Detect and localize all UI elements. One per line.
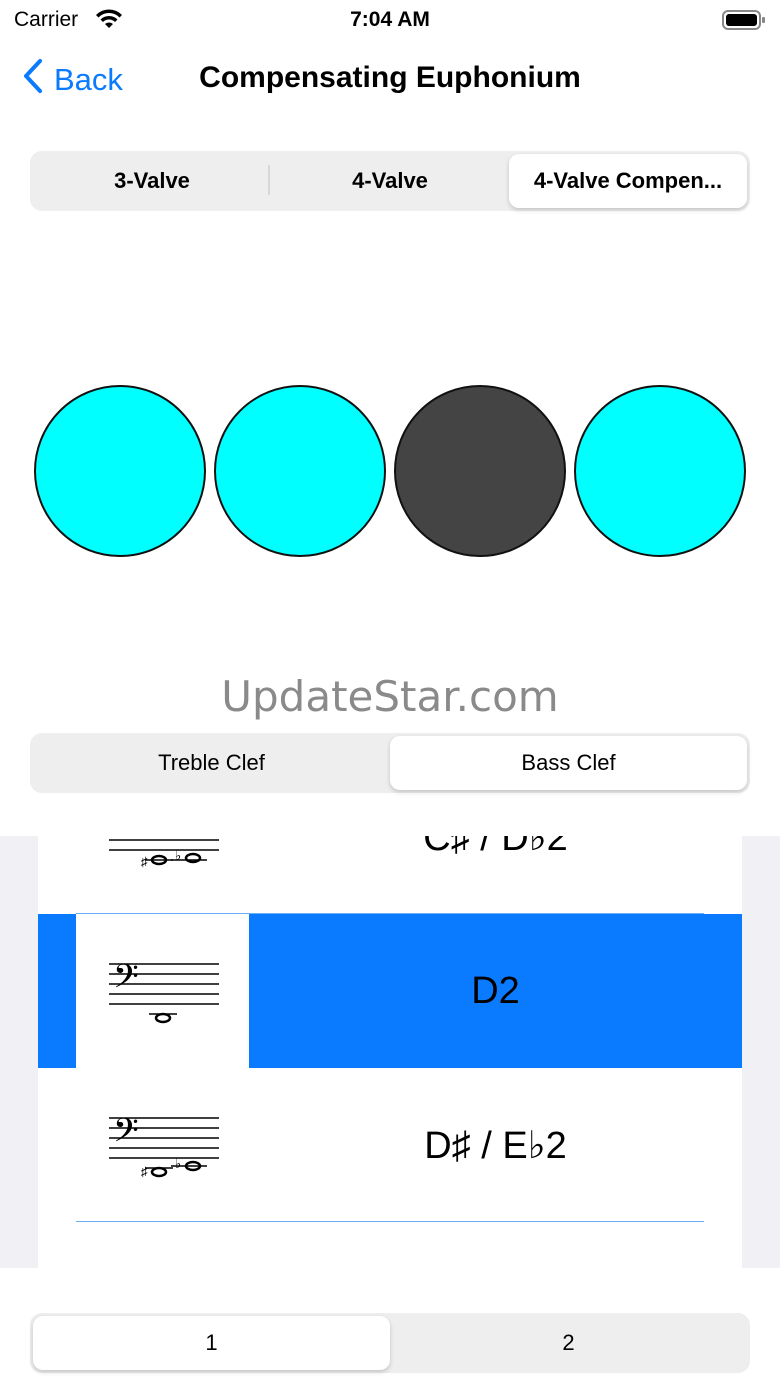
tab-4-valve[interactable]: 4-Valve [271, 154, 509, 208]
watermark: UpdateStar.com [221, 672, 559, 721]
page-selector: 1 2 [30, 1313, 750, 1373]
tab-treble-clef[interactable]: Treble Clef [33, 736, 390, 790]
valve-type-selector: 3-Valve 4-Valve 4-Valve Compen... [30, 151, 750, 211]
svg-text:𝄢: 𝄢 [113, 958, 139, 1004]
valve-3[interactable] [394, 385, 566, 557]
svg-text:♯: ♯ [141, 854, 148, 869]
valve-1[interactable] [34, 385, 206, 557]
status-bar: Carrier 7:04 AM [0, 0, 780, 40]
valve-4[interactable] [574, 385, 746, 557]
valve-indicators [0, 385, 780, 557]
svg-text:𝄢: 𝄢 [113, 836, 139, 850]
valve-2[interactable] [214, 385, 386, 557]
list-item-selected[interactable]: 𝄢 D2 [38, 914, 742, 1068]
note-picker[interactable]: 𝄢 ♯ ♭ C♯ / D♭2 𝄢 D2 [38, 836, 742, 1268]
tab-4-valve-compensating[interactable]: 4-Valve Compen... [509, 154, 747, 208]
note-label: D2 [471, 969, 520, 1012]
svg-text:♭: ♭ [175, 848, 181, 863]
bass-clef-note-icon: 𝄢 ♯ ♭ [76, 1068, 249, 1222]
tab-3-valve[interactable]: 3-Valve [33, 154, 271, 208]
svg-text:𝄢: 𝄢 [113, 1112, 139, 1158]
tab-page-2[interactable]: 2 [390, 1316, 747, 1370]
svg-text:♭: ♭ [175, 1156, 181, 1171]
divider [76, 1221, 704, 1222]
note-label: D♯ / E♭2 [424, 1124, 567, 1167]
battery-icon [722, 10, 766, 35]
svg-text:♯: ♯ [141, 1164, 148, 1179]
page-title: Compensating Euphonium [199, 61, 581, 94]
clock: 7:04 AM [350, 8, 430, 31]
bass-clef-note-icon: 𝄢 [76, 914, 249, 1068]
segment-divider [268, 165, 270, 195]
bass-clef-note-icon: 𝄢 ♯ ♭ [76, 836, 249, 914]
tab-page-1[interactable]: 1 [33, 1316, 390, 1370]
navigation-bar: Back Compensating Euphonium [0, 50, 780, 110]
list-item[interactable]: 𝄢 ♯ ♭ C♯ / D♭2 [38, 836, 742, 914]
list-item[interactable]: 𝄢 ♯ ♭ D♯ / E♭2 [38, 1068, 742, 1222]
note-label: C♯ / D♭2 [423, 836, 568, 859]
clef-selector: Treble Clef Bass Clef [30, 733, 750, 793]
tab-bass-clef[interactable]: Bass Clef [390, 736, 747, 790]
